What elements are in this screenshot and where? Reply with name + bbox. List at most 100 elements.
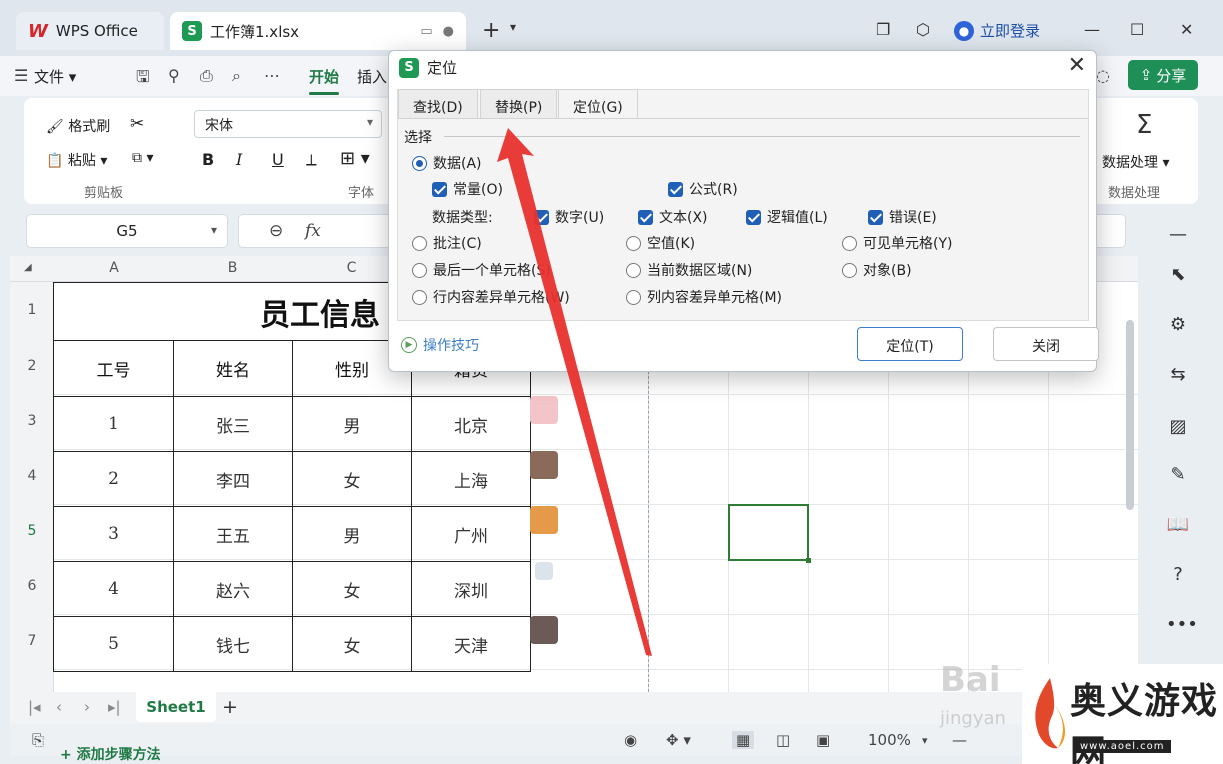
option-logical[interactable]: 逻辑值(L)	[746, 207, 828, 227]
tab-wps-office[interactable]: W WPS Office	[16, 12, 164, 50]
sheet-tab[interactable]: Sheet1	[136, 692, 216, 722]
cube-icon[interactable]: ⬡	[916, 20, 930, 39]
row-header[interactable]: 6	[10, 578, 54, 594]
radio[interactable]	[412, 289, 427, 305]
column-header[interactable]: A	[54, 260, 174, 276]
close-button[interactable]: 关闭	[993, 327, 1099, 361]
photo-thumbnail[interactable]	[530, 506, 558, 534]
zoom-icon[interactable]: ⊖	[269, 221, 283, 241]
table-cell[interactable]: 深圳	[411, 561, 531, 617]
radio[interactable]	[626, 289, 641, 305]
last-sheet-icon[interactable]: ▸|	[108, 698, 121, 716]
monitor-icon[interactable]: ▭	[420, 24, 432, 39]
tools-icon[interactable]: ✎	[1166, 464, 1190, 488]
border-icon[interactable]: ⊞ ▾	[340, 148, 370, 169]
collapse-icon[interactable]: —	[1166, 224, 1190, 248]
tab-goto[interactable]: 定位(G)	[558, 89, 638, 119]
option-numbers[interactable]: 数字(U)	[534, 207, 604, 227]
radio[interactable]	[412, 262, 427, 278]
first-sheet-icon[interactable]: |◂	[28, 698, 41, 716]
option-blanks[interactable]: 空值(K)	[626, 233, 695, 253]
checkbox-checked[interactable]	[534, 209, 549, 225]
checkbox-checked[interactable]	[668, 181, 683, 197]
new-tab-button[interactable]: +	[482, 18, 500, 43]
save-icon[interactable]: 🖫	[136, 66, 150, 93]
more-icon[interactable]: •••	[1166, 614, 1198, 638]
select-all-icon[interactable]: ◢	[24, 262, 32, 273]
table-cell[interactable]: 北京	[411, 396, 531, 452]
option-visible-cells[interactable]: 可见单元格(Y)	[842, 233, 952, 253]
table-header-cell[interactable]: 姓名	[173, 340, 293, 397]
sigma-icon[interactable]: Σ	[1136, 110, 1152, 140]
prev-sheet-icon[interactable]: ‹	[56, 698, 62, 716]
table-cell[interactable]: 1	[53, 396, 174, 452]
table-cell[interactable]: 王五	[173, 506, 293, 562]
close-icon[interactable]: ✕	[1068, 53, 1086, 78]
row-header[interactable]: 7	[10, 633, 54, 649]
option-row-differences[interactable]: 行内容差异单元格(W)	[412, 287, 570, 307]
pointer-icon[interactable]: ⬉	[1166, 264, 1190, 288]
radio-selected[interactable]	[412, 155, 427, 171]
image-icon[interactable]: ▨	[1166, 416, 1190, 440]
table-cell[interactable]: 男	[292, 396, 412, 452]
table-cell[interactable]: 广州	[411, 506, 531, 562]
next-sheet-icon[interactable]: ›	[84, 698, 90, 716]
table-cell[interactable]: 上海	[411, 451, 531, 507]
option-comments[interactable]: 批注(C)	[412, 233, 482, 253]
row-header[interactable]: 3	[10, 413, 54, 429]
table-cell[interactable]: 李四	[173, 451, 293, 507]
photo-thumbnail[interactable]	[535, 562, 553, 580]
photo-thumbnail[interactable]	[530, 451, 558, 479]
add-sheet-button[interactable]: +	[222, 696, 238, 718]
hamburger-icon[interactable]: ☰	[14, 66, 28, 85]
goto-button[interactable]: 定位(T)	[857, 327, 963, 361]
menu-insert[interactable]: 插入	[357, 66, 387, 87]
book-icon[interactable]: 📖	[1166, 514, 1190, 538]
add-step-link[interactable]: + 添加步骤方法	[60, 744, 161, 764]
fx-icon[interactable]: fx	[305, 221, 321, 241]
transfer-icon[interactable]: ⇆	[1166, 364, 1190, 388]
chat-icon[interactable]: ◌	[1096, 66, 1110, 85]
table-cell[interactable]: 2	[53, 451, 174, 507]
strikethrough-icon[interactable]: ⟂	[306, 150, 317, 170]
table-cell[interactable]: 5	[53, 616, 174, 672]
row-header[interactable]: 2	[10, 358, 54, 374]
table-header-cell[interactable]: 工号	[53, 340, 174, 397]
page-break-view-icon[interactable]: ▣	[816, 731, 830, 749]
zoom-out-icon[interactable]: —	[952, 731, 967, 749]
checkbox-checked[interactable]	[868, 209, 883, 225]
option-objects[interactable]: 对象(B)	[842, 260, 912, 280]
underline-button[interactable]: U	[272, 150, 284, 169]
print-icon[interactable]: ⎙	[200, 66, 213, 86]
page-layout-icon[interactable]: ◫	[776, 731, 790, 749]
link-icon[interactable]: ⚲	[168, 66, 180, 85]
maximize-icon[interactable]: ☐	[1130, 20, 1144, 39]
menu-file[interactable]: 文件 ▾	[34, 66, 76, 87]
chevron-down-icon[interactable]: ▾	[510, 20, 516, 34]
tips-link[interactable]: ▶ 操作技巧	[401, 335, 479, 355]
print-preview-icon[interactable]: ⌕	[232, 66, 241, 86]
name-box[interactable]: G5 ▾	[26, 214, 228, 248]
copy-icon[interactable]: ⧉ ▾	[132, 150, 153, 166]
tab-find[interactable]: 查找(D)	[398, 89, 478, 119]
menu-start[interactable]: 开始	[309, 66, 340, 95]
table-cell[interactable]: 女	[292, 561, 412, 617]
option-formulas[interactable]: 公式(R)	[668, 179, 738, 199]
option-last-cell[interactable]: 最后一个单元格(S)	[412, 260, 551, 280]
font-family-select[interactable]: 宋体 ▾	[194, 110, 382, 138]
column-header[interactable]: B	[173, 260, 292, 276]
tab-replace[interactable]: 替换(P)	[480, 89, 558, 119]
radio[interactable]	[412, 235, 427, 251]
checkbox-checked[interactable]	[432, 181, 447, 197]
normal-view-icon[interactable]: ▦	[732, 731, 755, 749]
option-errors[interactable]: 错误(E)	[868, 207, 937, 227]
option-data[interactable]: 数据(A)	[412, 153, 482, 173]
radio[interactable]	[626, 262, 641, 278]
row-header[interactable]: 1	[10, 302, 54, 318]
checkbox-checked[interactable]	[746, 209, 761, 225]
help-icon[interactable]: ?	[1166, 564, 1190, 588]
format-painter-button[interactable]: 🖌 格式刷	[46, 116, 110, 136]
data-processing-button[interactable]: 数据处理 ▾	[1102, 152, 1169, 172]
minimize-icon[interactable]: —	[1084, 20, 1100, 39]
table-cell[interactable]: 赵六	[173, 561, 293, 617]
